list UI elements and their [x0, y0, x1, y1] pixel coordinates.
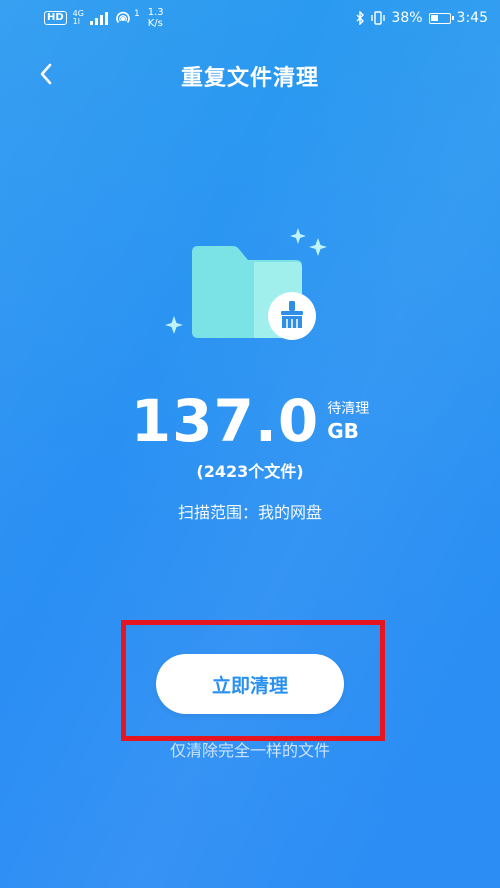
battery-percent: 38% [391, 10, 423, 26]
network-sub: 1l [72, 17, 80, 26]
vibrate-icon [371, 11, 386, 25]
duplicate-size-value: 137.0 [130, 387, 320, 455]
hotspot-icon [116, 11, 130, 24]
network-indicator: 4G 1l [73, 10, 84, 26]
status-left-group: HD 4G 1l 1 1.3 K/s [44, 7, 164, 29]
signal-icon [89, 11, 108, 25]
size-summary: 137.0 待清理 GB [0, 388, 500, 454]
speed-value: 1.3 [147, 7, 164, 18]
size-group: 137.0 待清理 GB [131, 388, 369, 454]
size-side-labels: 待清理 GB [327, 388, 369, 444]
header: 重复文件清理 [0, 50, 500, 100]
scan-range: 扫描范围：我的网盘 [177, 503, 322, 522]
page-title: 重复文件清理 [180, 66, 319, 91]
clean-now-button[interactable]: 立即清理 [156, 654, 344, 714]
sparkle-icon [165, 316, 183, 334]
file-count: (2423个文件) [196, 462, 304, 481]
sparkle-icon [309, 238, 327, 256]
hd-badge: HD [44, 11, 67, 25]
clean-note: 仅清除完全一样的文件 [169, 741, 330, 760]
status-bar: HD 4G 1l 1 1.3 K/s 38% 3:45 [0, 0, 500, 36]
battery-icon [428, 12, 454, 24]
sparkle-icon [290, 228, 306, 244]
hotspot-count: 1 [133, 9, 140, 19]
folder-clean-illustration [165, 228, 327, 340]
status-time: 3:45 [456, 10, 488, 26]
bluetooth-icon [356, 11, 365, 25]
pending-label: 待清理 [327, 401, 370, 417]
speed-unit: K/s [147, 18, 163, 29]
size-unit: GB [327, 419, 359, 443]
network-speed: 1.3 K/s [148, 7, 164, 29]
status-right-group: 38% 3:45 [355, 10, 488, 26]
